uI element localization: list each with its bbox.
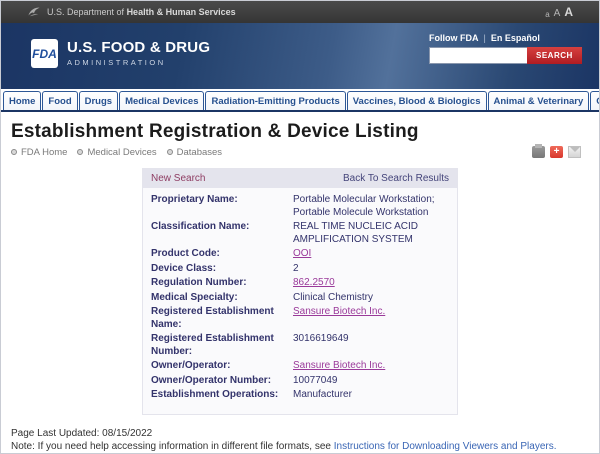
table-row: Registered Establishment Name:Sansure Bi… [151, 306, 449, 331]
fda-page: U.S. Department of Health & Human Servic… [0, 0, 600, 454]
font-size-small-button[interactable]: a [545, 10, 549, 19]
hhs-top-bar: U.S. Department of Health & Human Servic… [1, 1, 599, 23]
search-input[interactable] [429, 47, 527, 64]
email-icon[interactable] [568, 146, 581, 158]
field-label: Registered Establishment Number: [151, 333, 293, 358]
field-label: Medical Specialty: [151, 292, 293, 305]
fda-wordmark: U.S. FOOD & DRUG ADMINISTRATION [67, 39, 210, 67]
field-value: Clinical Chemistry [293, 292, 373, 305]
search-button[interactable]: SEARCH [527, 47, 582, 64]
breadcrumb-label: Databases [177, 147, 222, 158]
header-search: SEARCH [429, 47, 582, 64]
field-label: Classification Name: [151, 221, 293, 246]
table-row: Medical Specialty:Clinical Chemistry [151, 292, 449, 305]
follow-links: Follow FDA|En Español [429, 33, 540, 43]
breadcrumb-bullet-icon [11, 149, 17, 155]
page-action-icons: + [532, 146, 581, 158]
nav-tab-home[interactable]: Home [3, 91, 41, 110]
share-icon[interactable]: + [550, 146, 563, 158]
table-row: Establishment Operations:Manufacturer [151, 389, 449, 402]
wordmark-line1: U.S. FOOD & DRUG [67, 39, 210, 56]
table-row: Owner/Operator:Sansure Biotech Inc. [151, 360, 449, 373]
print-icon[interactable] [532, 146, 545, 158]
field-label: Product Code: [151, 248, 293, 261]
field-label: Proprietary Name: [151, 194, 293, 219]
fda-brand[interactable]: FDA U.S. FOOD & DRUG ADMINISTRATION [31, 39, 210, 89]
field-value-link[interactable]: Sansure Biotech Inc. [293, 360, 385, 373]
field-value-link[interactable]: 862.2570 [293, 277, 335, 290]
field-value: 3016619649 [293, 333, 349, 358]
breadcrumb-bullet-icon [77, 149, 83, 155]
nav-tab-cosmetics[interactable]: Cosmetics [590, 91, 600, 110]
field-value-link[interactable]: OOI [293, 248, 311, 261]
field-label: Establishment Operations: [151, 389, 293, 402]
breadcrumb-row: FDA Home Medical Devices Databases + [11, 146, 589, 158]
field-value: 10077049 [293, 375, 338, 388]
nav-tab-radiation-emitting-products[interactable]: Radiation-Emitting Products [205, 91, 345, 110]
field-value: REAL TIME NUCLEIC ACID AMPLIFICATION SYS… [293, 221, 449, 246]
back-to-results-link[interactable]: Back To Search Results [343, 173, 449, 184]
table-row: Proprietary Name:Portable Molecular Work… [151, 194, 449, 219]
last-updated-text: Page Last Updated: 08/15/2022 [11, 427, 589, 441]
nav-tab-food[interactable]: Food [42, 91, 77, 110]
hhs-department-label[interactable]: U.S. Department of Health & Human Servic… [47, 7, 236, 17]
nav-tab-medical-devices[interactable]: Medical Devices [119, 91, 204, 110]
font-size-medium-button[interactable]: A [554, 8, 561, 19]
breadcrumb-item[interactable]: Medical Devices [77, 147, 156, 158]
field-label: Device Class: [151, 263, 293, 276]
page-meta: Page Last Updated: 08/15/2022 Note: If y… [1, 415, 599, 454]
field-label: Regulation Number: [151, 277, 293, 290]
breadcrumb-label: FDA Home [21, 147, 67, 158]
follow-separator: | [479, 33, 491, 43]
table-row: Device Class:2 [151, 263, 449, 276]
wordmark-line2: ADMINISTRATION [67, 58, 210, 67]
primary-nav: HomeFoodDrugsMedical DevicesRadiation-Em… [1, 89, 599, 112]
fda-logo: FDA [31, 39, 58, 68]
field-value: 2 [293, 263, 299, 276]
nav-tab-vaccines-blood-biologics[interactable]: Vaccines, Blood & Biologics [347, 91, 487, 110]
table-row: Owner/Operator Number:10077049 [151, 375, 449, 388]
field-label: Owner/Operator: [151, 360, 293, 373]
header-right: Follow FDA|En Español SEARCH [429, 33, 581, 89]
en-espanol-link[interactable]: En Español [491, 33, 540, 43]
field-value: Manufacturer [293, 389, 352, 402]
table-row: Regulation Number:862.2570 [151, 277, 449, 290]
field-value: Portable Molecular Workstation; Portable… [293, 194, 449, 219]
follow-fda-link[interactable]: Follow FDA [429, 33, 479, 43]
viewers-players-link[interactable]: Instructions for Downloading Viewers and… [334, 441, 557, 452]
breadcrumb-bullet-icon [167, 149, 173, 155]
hhs-eagle-icon [27, 5, 41, 19]
device-detail-fields: Proprietary Name:Portable Molecular Work… [143, 188, 457, 414]
file-formats-note: Note: If you need help accessing informa… [11, 440, 589, 454]
font-size-large-button[interactable]: A [564, 5, 573, 19]
main-content: Establishment Registration & Device List… [1, 112, 599, 415]
table-row: Registered Establishment Number:30166196… [151, 333, 449, 358]
breadcrumb-item[interactable]: Databases [167, 147, 222, 158]
table-row: Classification Name:REAL TIME NUCLEIC AC… [151, 221, 449, 246]
nav-tab-drugs[interactable]: Drugs [79, 91, 118, 110]
nav-tab-animal-veterinary[interactable]: Animal & Veterinary [488, 91, 590, 110]
field-value-link[interactable]: Sansure Biotech Inc. [293, 306, 385, 331]
table-row: Product Code:OOI [151, 248, 449, 261]
field-label: Owner/Operator Number: [151, 375, 293, 388]
fda-header: FDA U.S. FOOD & DRUG ADMINISTRATION Foll… [1, 23, 599, 89]
field-label: Registered Establishment Name: [151, 306, 293, 331]
breadcrumb-item[interactable]: FDA Home [11, 147, 67, 158]
font-size-controls: a A A [545, 5, 573, 19]
page-title: Establishment Registration & Device List… [11, 121, 589, 143]
breadcrumb-label: Medical Devices [87, 147, 156, 158]
search-result-box: New Search Back To Search Results Propri… [142, 168, 458, 415]
breadcrumb: FDA Home Medical Devices Databases [11, 147, 222, 158]
result-toolbar: New Search Back To Search Results [143, 169, 457, 188]
new-search-link[interactable]: New Search [151, 173, 205, 184]
